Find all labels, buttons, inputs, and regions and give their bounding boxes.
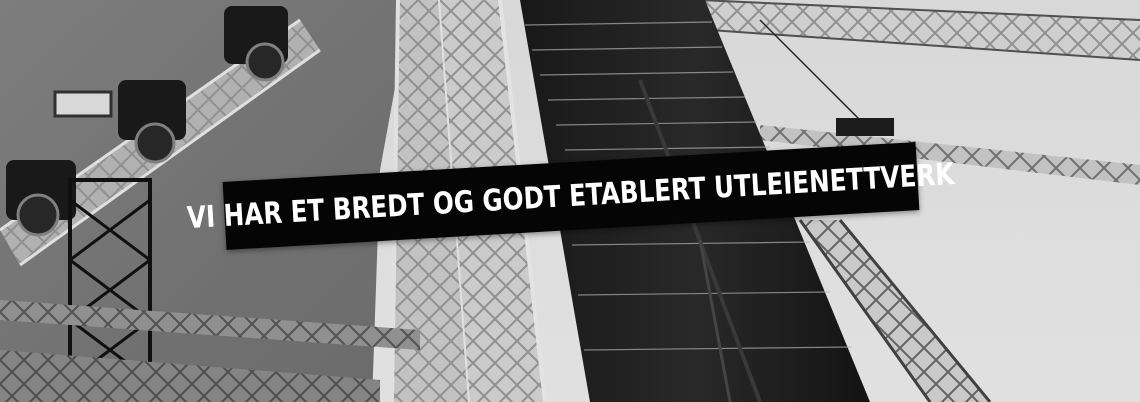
hero-banner: VI HAR ET BREDT OG GODT ETABLERT UTLEIEN… — [0, 0, 1140, 402]
